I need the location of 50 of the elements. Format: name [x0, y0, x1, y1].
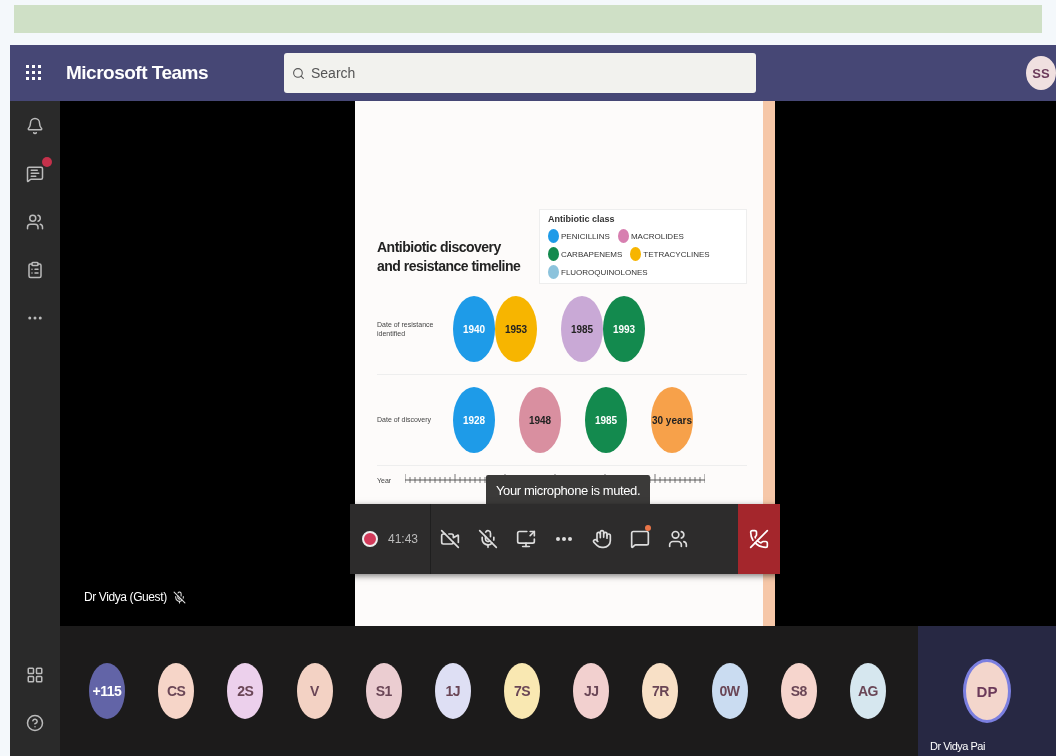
help-icon[interactable] [25, 712, 45, 734]
timeline-bubble: 1985 [561, 296, 603, 362]
timeline-bubble: 1953 [495, 296, 537, 362]
assignments-icon[interactable] [25, 259, 45, 281]
search-placeholder: Search [311, 65, 356, 81]
timeline-bubble: 1993 [603, 296, 645, 362]
participant-avatar[interactable]: 0W [711, 663, 748, 719]
slide-title: Antibiotic discovery and resistance timeline [377, 238, 522, 275]
participant-avatar[interactable]: S8 [780, 663, 817, 719]
user-avatar[interactable]: SS [1026, 56, 1056, 90]
timeline-bubble: 30 years [651, 387, 693, 453]
timeline-bubble: 1928 [453, 387, 495, 453]
speaker-avatar[interactable]: DP [963, 659, 1011, 723]
participant-avatar[interactable]: CS [158, 663, 195, 719]
chat-icon [630, 529, 651, 549]
app-title: Microsoft Teams [66, 62, 210, 84]
legend-label: CARBAPENEMS [561, 249, 623, 259]
hand-icon [592, 529, 613, 549]
phone-off-icon [749, 529, 769, 549]
search-field[interactable]: Search [284, 53, 756, 93]
tooltip: Your microphone is muted. [486, 475, 651, 506]
participant-avatar[interactable]: +115 [89, 663, 125, 719]
timeline-bubble: 1940 [453, 296, 495, 362]
participant-avatar[interactable]: 2S [227, 663, 264, 719]
app-launcher-icon[interactable] [26, 65, 42, 81]
share-screen-icon [516, 529, 537, 549]
bell-icon[interactable] [25, 115, 45, 137]
more-icon [556, 537, 573, 541]
call-timer: 41:43 [388, 532, 419, 546]
mic-off-icon [478, 529, 499, 549]
participant-avatar[interactable]: 7R [642, 663, 679, 719]
camera-off-icon [440, 529, 461, 549]
participant-avatar[interactable]: JJ [573, 663, 610, 719]
participant-avatar[interactable]: AG [849, 663, 886, 719]
legend-label: TETRACYCLINES [643, 249, 710, 259]
search-icon [292, 66, 305, 80]
participant-avatar[interactable]: 7S [504, 663, 541, 719]
timeline-bubble: 1948 [519, 387, 561, 453]
timeline-bubble: 1985 [585, 387, 627, 453]
participant-avatar[interactable]: V [296, 663, 333, 719]
participant-avatar[interactable]: 1J [434, 663, 471, 719]
participant-avatar[interactable]: S1 [365, 663, 402, 719]
legend-label: FLUOROQUINOLONES [561, 267, 648, 277]
legend-label: PENICILLINS [561, 231, 610, 241]
hang-up-button[interactable] [738, 504, 780, 574]
participant-name: Dr Vidya (Guest) [84, 590, 167, 604]
people-icon [668, 529, 689, 549]
speaker-name: Dr Vidya Pai [930, 740, 985, 752]
legend-label: MACROLIDES [630, 231, 684, 241]
legend-title: Antibiotic class [548, 214, 616, 224]
